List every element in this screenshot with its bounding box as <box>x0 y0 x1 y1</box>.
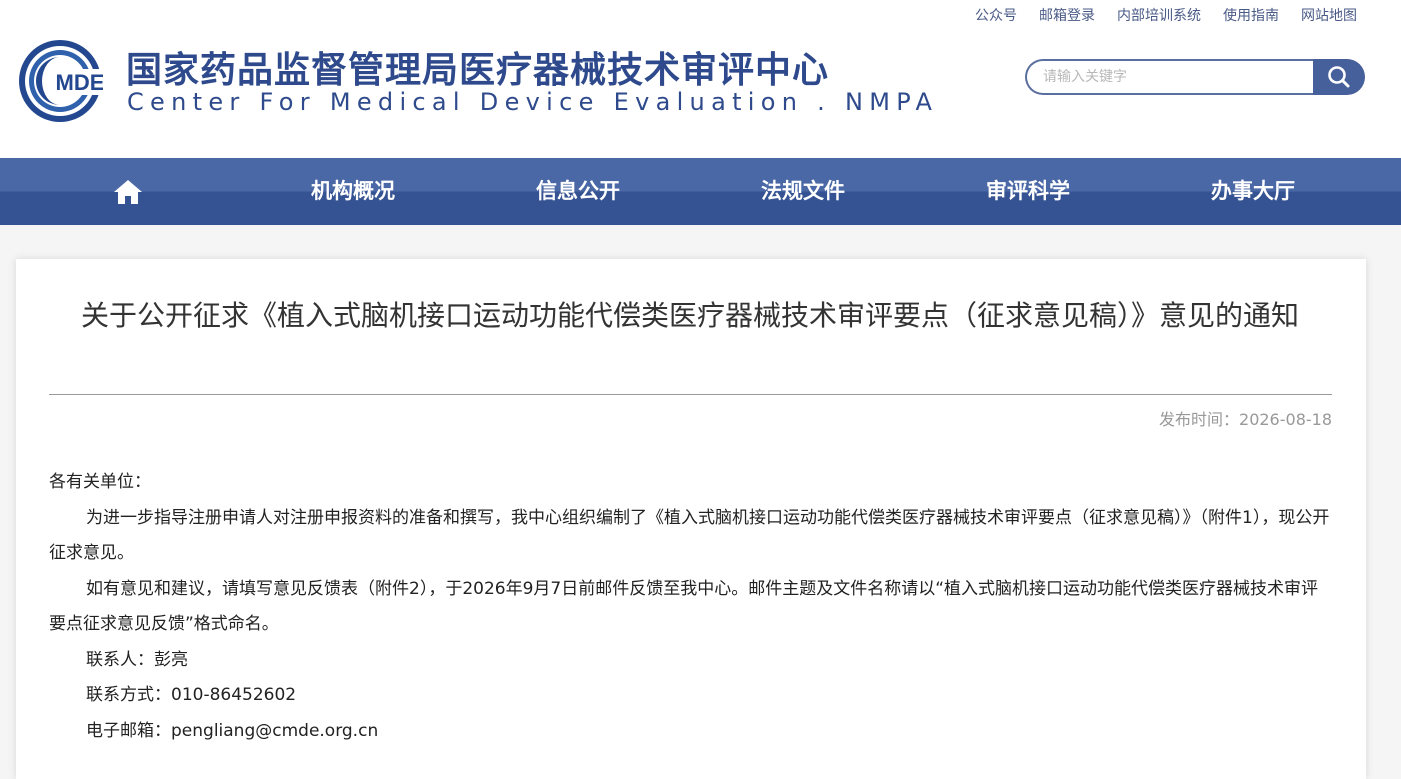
logo-text: MDE <box>56 70 103 95</box>
top-link-mail-login[interactable]: 邮箱登录 <box>1039 5 1095 25</box>
paragraph-intro: 为进一步指导注册申请人对注册申报资料的准备和撰写，我中心组织编制了《植入式脑机接… <box>49 507 1330 564</box>
search-button[interactable] <box>1313 59 1365 95</box>
publish-date-value: 2026-08-18 <box>1239 410 1332 429</box>
nav-item-info-disclosure[interactable]: 信息公开 <box>478 158 678 225</box>
top-link-training[interactable]: 内部培训系统 <box>1117 5 1201 25</box>
publish-date-label: 发布时间： <box>1159 410 1240 429</box>
mde-logo[interactable]: MDE <box>17 38 103 124</box>
search-input[interactable] <box>1025 59 1331 95</box>
site-header: 公众号 邮箱登录 内部培训系统 使用指南 网站地图 MDE 国家药品监督管理局医… <box>0 0 1401 158</box>
home-icon[interactable] <box>113 179 143 205</box>
nav-item-review-science[interactable]: 审评科学 <box>928 158 1128 225</box>
title-divider <box>49 394 1332 395</box>
top-link-wechat[interactable]: 公众号 <box>975 5 1017 25</box>
publish-date: 发布时间：2026-08-18 <box>1159 406 1332 430</box>
contact-phone: 联系方式：010-86452602 <box>86 685 297 705</box>
nav-item-service-hall[interactable]: 办事大厅 <box>1153 158 1353 225</box>
main-nav: 机构概况 信息公开 法规文件 审评科学 办事大厅 <box>0 158 1401 225</box>
contact-email: 电子邮箱：pengliang@cmde.org.cn <box>86 720 379 741</box>
top-link-sitemap[interactable]: 网站地图 <box>1301 5 1357 25</box>
site-title-cn: 国家药品监督管理局医疗器械技术审评中心 <box>126 49 830 91</box>
site-title-en: Center For Medical Device Evaluation . N… <box>127 88 939 116</box>
top-links: 公众号 邮箱登录 内部培训系统 使用指南 网站地图 <box>975 5 1357 25</box>
salutation: 各有关单位： <box>49 472 151 492</box>
nav-item-about[interactable]: 机构概况 <box>253 158 453 225</box>
article-body: 各有关单位： 为进一步指导注册申请人对注册申报资料的准备和撰写，我中心组织编制了… <box>49 465 1332 749</box>
paragraph-feedback: 如有意见和建议，请填写意见反馈表（附件2），于2026年9月7日前邮件反馈至我中… <box>49 578 1319 635</box>
contact-person: 联系人：彭亮 <box>86 649 188 670</box>
article-title: 关于公开征求《植入式脑机接口运动功能代偿类医疗器械技术审评要点（征求意见稿）》意… <box>80 299 1299 332</box>
top-link-guide[interactable]: 使用指南 <box>1223 5 1279 25</box>
search-box <box>1025 59 1365 95</box>
nav-item-regulations[interactable]: 法规文件 <box>703 158 903 225</box>
search-icon <box>1328 66 1350 88</box>
